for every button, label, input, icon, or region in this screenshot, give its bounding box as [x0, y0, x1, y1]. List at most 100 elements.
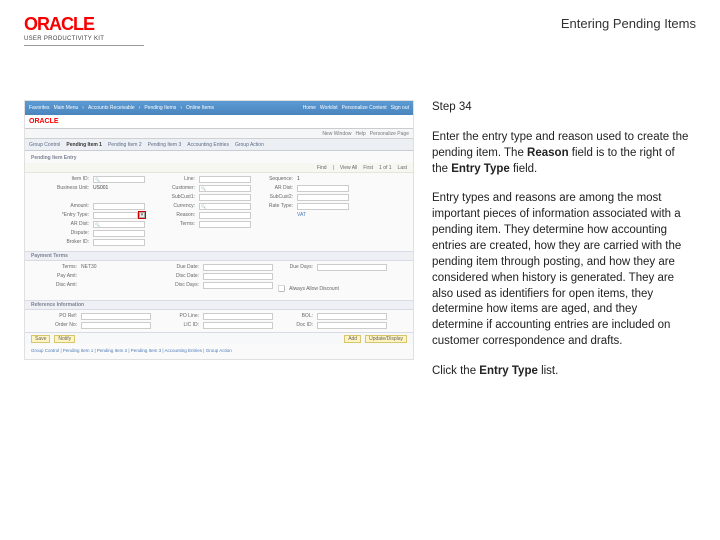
field-po-line[interactable] [203, 313, 273, 320]
bottom-tabs-links[interactable]: Group Control | Pending Item 1 | Pending… [25, 344, 413, 357]
label-rate-type: Rate Type: [253, 203, 295, 210]
oracle-logo: ORACLE [24, 14, 144, 35]
nav-pending[interactable]: Pending Items [144, 105, 176, 111]
tab-pending-item-3[interactable]: Pending Item 3 [148, 142, 182, 148]
label-disc-days: Disc Days: [153, 282, 201, 295]
save-button[interactable]: Save [31, 335, 50, 343]
label-business-unit: Business Unit: [31, 185, 91, 192]
brand-subtitle: USER PRODUCTIVITY KIT [24, 36, 144, 42]
label-amount: Amount: [31, 203, 91, 210]
label-terms-top: Terms: [147, 221, 197, 228]
scroll-toolbar: Find | View All First 1 of 1 Last [25, 163, 413, 173]
tab-pending-item-1[interactable]: Pending Item 1 [66, 142, 102, 148]
reference-info-form: PO Ref: PO Line: BOL: Order No: LIC ID: … [25, 310, 413, 332]
label-line: Line: [147, 176, 197, 183]
label-disc-date: Disc Date: [153, 273, 201, 280]
label-bol: BOL: [275, 313, 315, 320]
field-currency[interactable] [199, 203, 251, 210]
tab-pending-item-2[interactable]: Pending Item 2 [108, 142, 142, 148]
label-subcust1: SubCust1: [147, 194, 197, 201]
nav-signout[interactable]: Sign out [391, 105, 409, 111]
toolbar-pos: 1 of 1 [379, 165, 392, 171]
tab-group-action[interactable]: Group Action [235, 142, 264, 148]
field-item-id[interactable] [93, 176, 145, 183]
link-vat[interactable]: VAT [297, 212, 349, 219]
field-amount[interactable] [93, 203, 145, 210]
instruction-panel: Step 34 Enter the entry type and reason … [432, 100, 696, 394]
link-new-window[interactable]: New Window [322, 131, 351, 137]
toolbar-last[interactable]: Last [398, 165, 407, 171]
entry-type-dropdown-button[interactable]: ▾ [139, 212, 145, 218]
label-terms: Terms: [31, 264, 79, 271]
field-doc-id[interactable] [317, 322, 387, 329]
label-ardist2: AR Dist: [31, 221, 91, 228]
value-sequence: 1 [297, 176, 349, 183]
field-po-ref[interactable] [81, 313, 151, 320]
field-bol[interactable] [317, 313, 387, 320]
field-ardist[interactable] [93, 221, 145, 228]
app-brand-row: ORACLE [25, 115, 413, 129]
update-display-button[interactable]: Update/Display [365, 335, 407, 343]
field-subcust1[interactable] [199, 194, 251, 201]
page-meta-links: New Window Help Personalize Page [25, 129, 413, 139]
value-business-unit: US001 [93, 185, 145, 192]
field-dispute[interactable] [93, 230, 145, 237]
field-disc-days[interactable] [203, 282, 273, 289]
nav-worklist[interactable]: Worklist [320, 105, 338, 111]
field-subcust2[interactable] [297, 194, 349, 201]
link-help[interactable]: Help [356, 131, 366, 137]
link-personalize[interactable]: Personalize Page [370, 131, 409, 137]
app-topbar: Favorites Main Menu › Accounts Receivabl… [25, 101, 413, 115]
instruction-para-3: Click the Entry Type list. [432, 364, 690, 380]
label-ardist: AR Dist: [253, 185, 295, 192]
field-reason[interactable] [199, 212, 251, 219]
label-entry-type: *Entry Type: [31, 212, 91, 219]
add-button[interactable]: Add [344, 335, 361, 343]
page-tabs: Group Control Pending Item 1 Pending Ite… [25, 139, 413, 151]
field-order-no[interactable] [81, 322, 151, 329]
label-item-id: Item ID: [31, 176, 91, 183]
value-terms: NET30 [81, 264, 151, 271]
field-entry-type[interactable] [93, 212, 138, 219]
section-title: Pending Item Entry [25, 151, 413, 163]
mini-oracle-logo: ORACLE [29, 118, 59, 125]
label-po-ref: PO Ref: [31, 313, 79, 320]
field-customer[interactable] [199, 185, 251, 192]
subsection-payment-terms: Payment Terms [25, 251, 413, 261]
tab-group-control[interactable]: Group Control [29, 142, 60, 148]
field-ardist-top[interactable] [297, 185, 349, 192]
label-disc-amt: Disc Amt: [31, 282, 79, 295]
label-pay-amt: Pay Amt: [31, 273, 79, 280]
checkbox-allow-discount[interactable] [278, 285, 285, 292]
toolbar-first[interactable]: First [363, 165, 373, 171]
label-customer: Customer: [147, 185, 197, 192]
label-dispute: Dispute: [31, 230, 91, 237]
field-broker[interactable] [93, 239, 145, 246]
field-terms-top[interactable] [199, 221, 251, 228]
notify-button[interactable]: Notify [54, 335, 75, 343]
nav-online[interactable]: Online Items [186, 105, 214, 111]
nav-home[interactable]: Home [303, 105, 316, 111]
page-footer-bar: Save Notify Add Update/Display [25, 332, 413, 344]
label-reason: Reason: [147, 212, 197, 219]
field-lic-id[interactable] [203, 322, 273, 329]
label-order-no: Order No: [31, 322, 79, 329]
nav-mainmenu[interactable]: Main Menu [54, 105, 79, 111]
nav-favorites[interactable]: Favorites [29, 105, 50, 111]
label-po-line: PO Line: [153, 313, 201, 320]
label-lic-id: LIC ID: [153, 322, 201, 329]
label-due-date: Due Date: [153, 264, 201, 271]
field-due-date[interactable] [203, 264, 273, 271]
field-due-days[interactable] [317, 264, 387, 271]
tab-accounting-entries[interactable]: Accounting Entries [187, 142, 229, 148]
toolbar-find[interactable]: Find [317, 165, 327, 171]
field-rate-type[interactable] [297, 203, 349, 210]
field-line[interactable] [199, 176, 251, 183]
toolbar-viewall[interactable]: View All [340, 165, 357, 171]
nav-personalize[interactable]: Personalize Content [342, 105, 387, 111]
nav-ar[interactable]: Accounts Receivable [88, 105, 135, 111]
label-doc-id: Doc ID: [275, 322, 315, 329]
doc-title: Entering Pending Items [561, 16, 696, 31]
payment-terms-form: Terms:NET30 Due Date: Due Days: Pay Amt:… [25, 261, 413, 298]
field-disc-date[interactable] [203, 273, 273, 280]
